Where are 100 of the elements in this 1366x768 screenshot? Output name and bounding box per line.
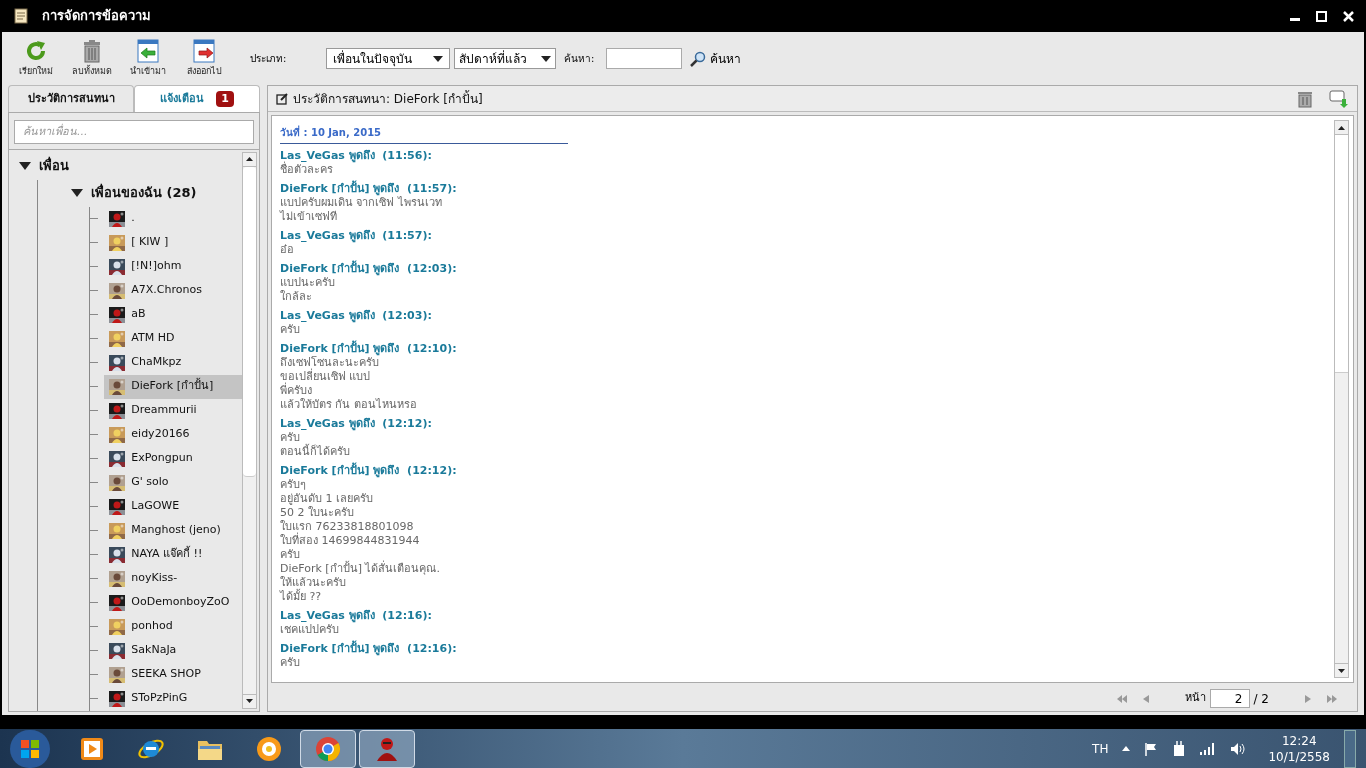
message-text: ใกล้ละ xyxy=(280,290,313,304)
friend-item[interactable]: noyKiss- xyxy=(104,566,242,591)
message-header: Las_VeGas พูดถึง (12:12): xyxy=(280,417,433,431)
tree-group[interactable]: เพื่อน xyxy=(39,156,69,176)
friend-item[interactable]: [ KIW ] xyxy=(104,230,242,255)
friend-item[interactable]: SEEKA SHOP xyxy=(104,662,242,687)
message-header: DieFork [กำปั้น] พูดถึง (12:16): xyxy=(280,642,458,656)
friend-item[interactable]: LaGOWE xyxy=(104,494,242,519)
close-icon[interactable] xyxy=(1343,10,1354,22)
message-text: 50 2 ใบนะครับ xyxy=(280,506,355,520)
message-header: DieFork [กำปั้น] พูดถึง (12:10): xyxy=(280,342,458,356)
window-title: การจัดการข้อความ xyxy=(42,7,151,26)
start-button[interactable] xyxy=(10,729,50,768)
media-player-icon xyxy=(79,735,105,762)
notification-badge: 1 xyxy=(216,90,234,108)
message-text: เชคแปปครับ xyxy=(280,623,340,637)
message-header: DieFork [กำปั้น] พูดถึง (12:12): xyxy=(280,464,458,478)
chevron-up-icon[interactable] xyxy=(1122,746,1131,751)
search-button[interactable]: ค้นหา xyxy=(690,49,742,68)
message-header: Las_VeGas พูดถึง (11:57): xyxy=(280,229,433,243)
friend-item[interactable]: ponhod xyxy=(104,614,242,639)
flower-icon xyxy=(255,734,283,763)
expand-toggle[interactable] xyxy=(19,162,31,170)
taskbar-app[interactable] xyxy=(359,729,415,768)
friend-item[interactable]: ATM HD xyxy=(104,326,242,351)
message-text: แล้วให้บัตร กัน ตอนไหนหรอ xyxy=(280,398,418,412)
friend-item[interactable]: . xyxy=(104,206,242,231)
period-dropdown[interactable]: สัปดาห์ที่แล้ว xyxy=(454,48,556,69)
friend-item[interactable]: ExPongpun xyxy=(104,446,242,471)
friend-item[interactable]: SToPzPinG xyxy=(104,686,242,711)
message-text: อยู่อันดับ 1 เลยครับ xyxy=(280,492,374,506)
search-field[interactable] xyxy=(606,48,683,69)
message-text: ไม่เข้าเซฟที xyxy=(280,210,338,224)
chat-date: วันที่ : 10 Jan, 2015 xyxy=(280,125,568,144)
taskbar-app[interactable] xyxy=(300,729,356,768)
message-header: DieFork [กำปั้น] พูดถึง (11:57): xyxy=(280,182,458,196)
message-text: ขอเปลี่ยนเซิฟ แบป xyxy=(280,370,372,383)
message-header: Las_VeGas พูดถึง (12:03): xyxy=(280,309,433,323)
message-text: DieFork [กำปั้น] ได้สั่นเตือนคุณ. xyxy=(280,562,441,576)
message-text: ใบที่สอง 14699844831944 xyxy=(280,534,421,548)
language-indicator[interactable]: TH xyxy=(1092,739,1109,758)
friend-item[interactable]: Manghost (jeno) xyxy=(104,518,242,543)
show-desktop-button[interactable] xyxy=(1344,729,1356,768)
clock-date: 10/1/2558 xyxy=(1268,748,1330,765)
maximize-icon[interactable] xyxy=(1316,10,1327,22)
message-text: ถึงเซฟโซนละนะครับ xyxy=(280,356,379,369)
scrollbar[interactable] xyxy=(242,151,257,709)
message-text: ครับ xyxy=(280,656,301,670)
friend-item[interactable]: DieFork [กำปั้น] xyxy=(104,374,242,399)
message-text: ให้แล้วนะครับ xyxy=(280,576,347,589)
message-text: ครับ xyxy=(280,548,301,562)
expand-toggle[interactable] xyxy=(71,189,83,197)
friend-item[interactable]: NAYA แจ๊คกี้ !! xyxy=(104,542,242,567)
message-text: ครับ xyxy=(280,323,301,337)
message-text: ใบแรก 76233818801098 xyxy=(280,520,415,533)
message-text: แบปครับผมเดิน จากเซิฟ ไพรนเวท xyxy=(280,196,443,210)
scroll-down-icon[interactable] xyxy=(1338,668,1345,673)
type-label: ประเภท: xyxy=(250,52,288,66)
friend-item[interactable]: [!N!]ohm xyxy=(104,254,242,279)
message-text: ชื่อตัวละคร xyxy=(280,163,333,177)
friend-item[interactable]: Dreammurii xyxy=(104,398,242,423)
trash-icon xyxy=(82,38,102,63)
message-text: ครับๆ xyxy=(280,478,307,492)
power-plug-icon[interactable] xyxy=(1172,740,1187,757)
tab[interactable]: ประวัติการสนทนา xyxy=(8,85,134,112)
friend-item[interactable]: SakNaJa xyxy=(104,638,242,663)
clock-time: 12:24 xyxy=(1281,732,1317,749)
refresh-icon xyxy=(24,38,48,63)
speaker-icon[interactable] xyxy=(1230,741,1247,756)
toolbar-button[interactable]: นำเข้ามา xyxy=(126,38,170,79)
scroll-up-icon[interactable] xyxy=(246,157,253,161)
page-field[interactable]: 2 xyxy=(1209,689,1250,708)
friend-item[interactable]: ChaMkpz xyxy=(104,350,242,375)
friend-item[interactable]: G' solo xyxy=(104,470,242,495)
type-dropdown[interactable]: เพื่อนในปัจจุบัน xyxy=(326,48,450,69)
friend-search-field[interactable]: ค้นหาเพื่อน... xyxy=(14,119,254,144)
chat-title: ประวัติการสนทนา: DieFork [กำปั้น] xyxy=(293,89,483,108)
chat-download-icon[interactable] xyxy=(1329,89,1349,108)
search-icon xyxy=(690,50,707,67)
toolbar-button[interactable]: ส่งออกไป xyxy=(182,38,226,79)
friend-item[interactable]: OoDemonboyZoO xyxy=(104,590,242,615)
scroll-icon xyxy=(12,7,30,25)
tab[interactable]: แจ้งเตือน 1 xyxy=(134,85,260,112)
caret-icon xyxy=(541,55,551,62)
toolbar-button[interactable]: ลบทั้งหมด xyxy=(70,38,114,79)
message-header: Las_VeGas พูดถึง (12:16): xyxy=(280,609,433,623)
signal-icon[interactable] xyxy=(1200,742,1217,755)
scroll-down-icon[interactable] xyxy=(246,699,253,703)
scroll-up-icon[interactable] xyxy=(1338,125,1345,130)
message-text: ตอนนี้ก็ได้ครับ xyxy=(280,445,351,459)
friend-item[interactable]: aB xyxy=(104,302,242,327)
friend-item[interactable]: eidy20166 xyxy=(104,422,242,447)
scrollbar[interactable] xyxy=(1334,120,1349,678)
message-header: Las_VeGas พูดถึง (11:56): xyxy=(280,149,433,163)
toolbar-button[interactable]: เรียกใหม่ xyxy=(14,38,58,79)
windows-logo-icon xyxy=(20,738,40,759)
tree-group[interactable]: เพื่อนของฉัน (28) xyxy=(91,183,197,203)
friend-item[interactable]: A7X.Chronos xyxy=(104,278,242,303)
trash-icon[interactable] xyxy=(1297,89,1313,108)
flag-icon[interactable] xyxy=(1144,741,1159,756)
